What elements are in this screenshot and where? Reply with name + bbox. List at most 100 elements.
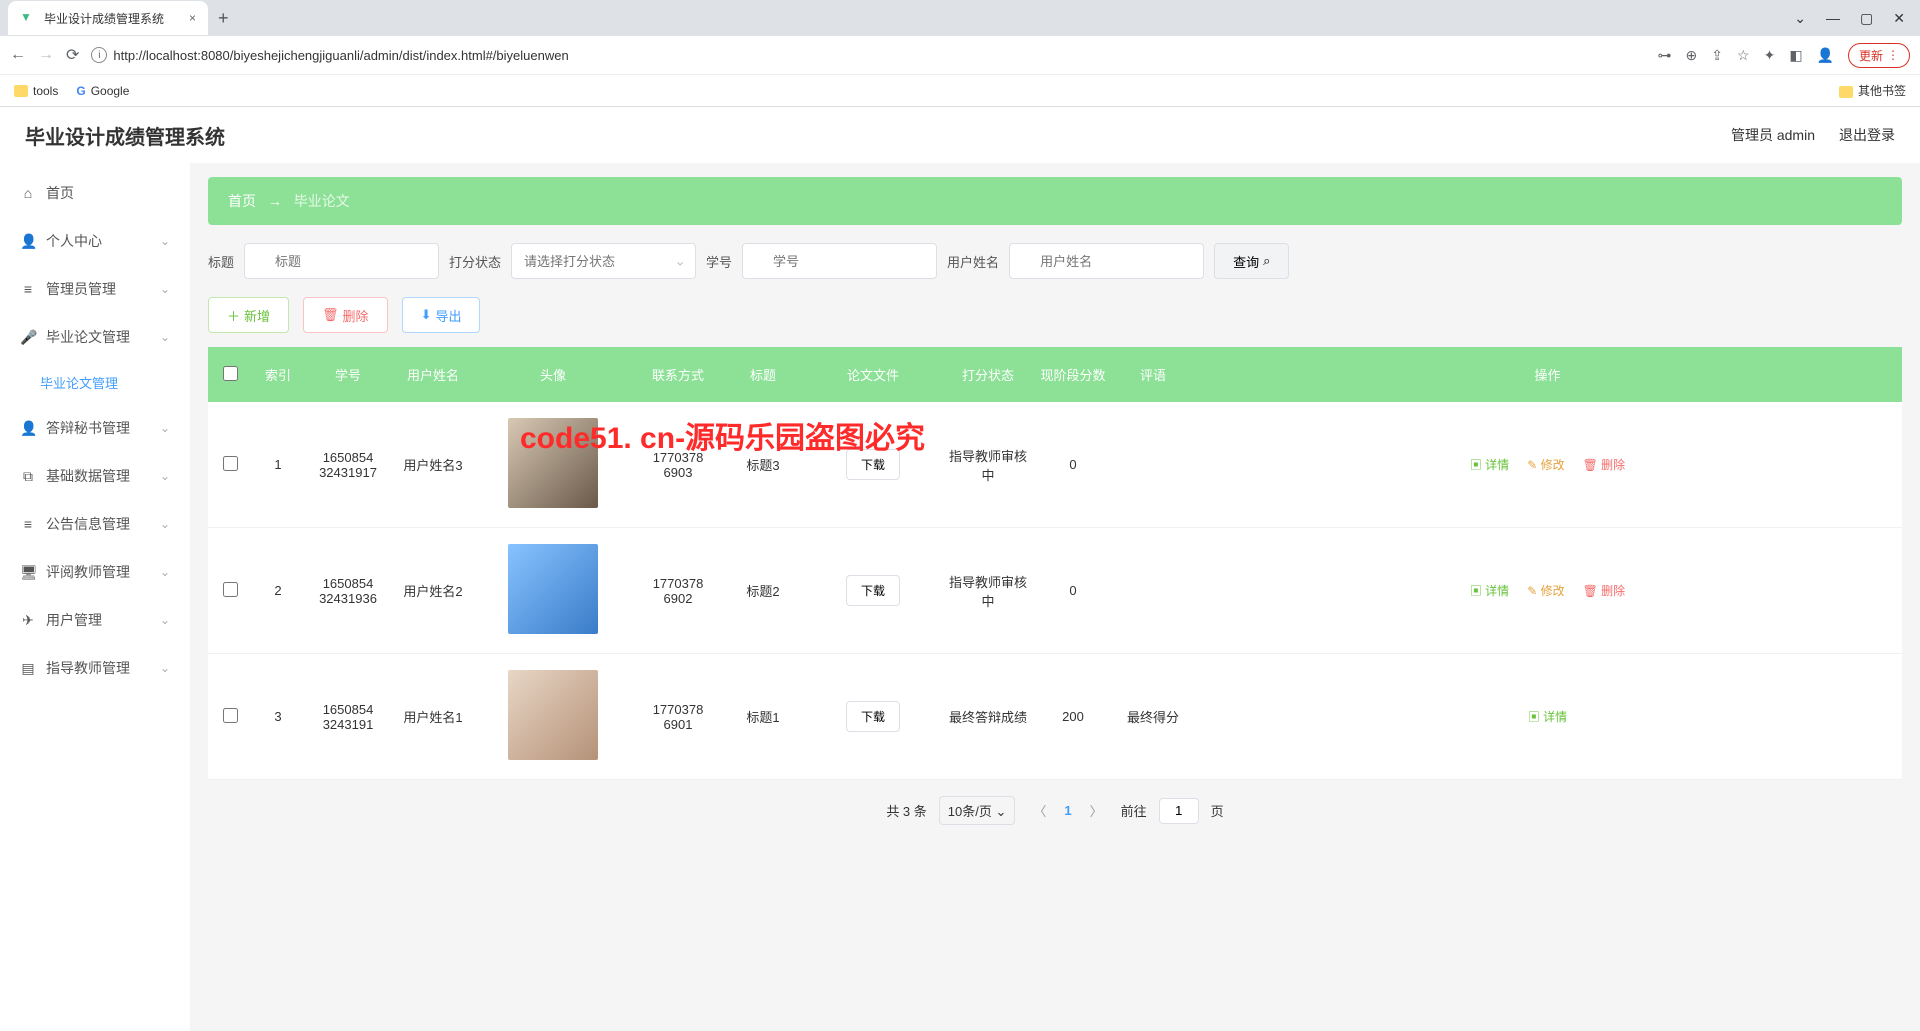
bookmark-other[interactable]: 其他书签 bbox=[1839, 82, 1906, 99]
search-icon: ⌕ bbox=[1263, 253, 1270, 269]
page-size-select[interactable]: 10条/页 ⌄ bbox=[939, 796, 1016, 825]
status-select[interactable] bbox=[511, 243, 696, 279]
col-status[interactable]: 打分状态 bbox=[943, 347, 1033, 402]
profile-icon[interactable]: 👤 bbox=[1817, 47, 1834, 64]
monitor-icon: 🖥 bbox=[20, 564, 36, 581]
key-icon[interactable]: ⊶ bbox=[1658, 47, 1672, 64]
row-checkbox[interactable] bbox=[223, 456, 238, 471]
download-button[interactable]: 下载 bbox=[846, 575, 900, 606]
sidebar-item-personal[interactable]: 👤个人中心⌄ bbox=[0, 217, 190, 265]
star-icon[interactable]: ☆ bbox=[1737, 47, 1750, 64]
share-icon[interactable]: ⇪ bbox=[1711, 47, 1723, 64]
col-title[interactable]: 标题 bbox=[723, 347, 803, 402]
download-button[interactable]: 下载 bbox=[846, 701, 900, 732]
sidebar-item-advisor[interactable]: ▤指导教师管理⌄ bbox=[0, 644, 190, 692]
cell-sid: 1650854 32431936 bbox=[303, 528, 393, 654]
sidebar-item-label: 毕业论文管理 bbox=[46, 327, 130, 347]
bookmark-google[interactable]: GGoogle bbox=[76, 84, 129, 98]
avatar bbox=[508, 670, 598, 760]
sidebar-item-thesis[interactable]: 🎤毕业论文管理⌄ bbox=[0, 313, 190, 361]
col-avatar[interactable]: 头像 bbox=[473, 347, 633, 402]
cell-sid: 1650854 3243191 bbox=[303, 654, 393, 780]
sidebar-item-label: 基础数据管理 bbox=[46, 466, 130, 486]
sidebar-item-home[interactable]: ⌂首页 bbox=[0, 169, 190, 217]
cell-comment bbox=[1113, 402, 1193, 528]
sidebar-item-admin[interactable]: ≡管理员管理⌄ bbox=[0, 265, 190, 313]
col-contact[interactable]: 联系方式 bbox=[633, 347, 723, 402]
reload-icon[interactable]: ⟳ bbox=[66, 45, 79, 65]
sidebar-item-reviewer[interactable]: 🖥 评阅教师管理 ⌄ bbox=[0, 548, 190, 596]
prev-page-icon[interactable]: 〈 bbox=[1027, 801, 1052, 820]
chevron-down-icon[interactable]: ⌄ bbox=[1794, 10, 1806, 27]
cell-status: 最终答辩成绩 bbox=[943, 654, 1033, 780]
close-window-icon[interactable]: ✕ bbox=[1893, 10, 1905, 27]
delete-link[interactable]: 🗑 删除 bbox=[1583, 584, 1626, 598]
col-sid[interactable]: 学号 bbox=[303, 347, 393, 402]
cell-ops: ▣ 详情 ✎ 修改 🗑 删除 bbox=[1193, 528, 1902, 654]
delete-link[interactable]: 🗑 删除 bbox=[1583, 458, 1626, 472]
extensions-icon[interactable]: ✦ bbox=[1764, 47, 1776, 64]
uname-input[interactable] bbox=[1009, 243, 1204, 279]
browser-tab[interactable]: ▼ 毕业设计成绩管理系统 × bbox=[8, 1, 208, 35]
cell-ops: ▣ 详情 bbox=[1193, 654, 1902, 780]
detail-link[interactable]: ▣ 详情 bbox=[1528, 710, 1567, 724]
page-unit: 页 bbox=[1211, 801, 1224, 820]
minimize-icon[interactable]: — bbox=[1826, 10, 1840, 27]
edit-link[interactable]: ✎ 修改 bbox=[1527, 584, 1564, 598]
back-icon[interactable]: ← bbox=[10, 46, 26, 64]
select-all-checkbox[interactable] bbox=[223, 366, 238, 381]
col-uname[interactable]: 用户姓名 bbox=[393, 347, 473, 402]
status-label: 打分状态 bbox=[449, 252, 501, 271]
url-input[interactable]: i http://localhost:8080/biyeshejichengji… bbox=[91, 47, 1645, 63]
maximize-icon[interactable]: ▢ bbox=[1860, 10, 1873, 27]
col-comment[interactable]: 评语 bbox=[1113, 347, 1193, 402]
update-button[interactable]: 更新⋮ bbox=[1848, 43, 1910, 68]
sidebar-subitem-thesis[interactable]: 毕业论文管理 bbox=[0, 361, 190, 404]
cell-status: 指导教师审核中 bbox=[943, 528, 1033, 654]
download-button[interactable]: 下载 bbox=[846, 449, 900, 480]
col-file[interactable]: 论文文件 bbox=[803, 347, 943, 402]
add-button[interactable]: ＋ 新增 bbox=[208, 297, 289, 333]
doc-icon: ▤ bbox=[20, 660, 36, 677]
app-title: 毕业设计成绩管理系统 bbox=[25, 121, 225, 150]
user-label[interactable]: 管理员 admin bbox=[1731, 125, 1815, 145]
home-icon: ⌂ bbox=[20, 185, 36, 201]
page-current[interactable]: 1 bbox=[1064, 803, 1071, 818]
bookmark-tools[interactable]: tools bbox=[14, 84, 58, 98]
sidebar-item-user[interactable]: ✈用户管理⌄ bbox=[0, 596, 190, 644]
title-input[interactable] bbox=[244, 243, 439, 279]
forward-icon[interactable]: → bbox=[38, 46, 54, 64]
cell-title: 标题3 bbox=[723, 402, 803, 528]
new-tab-button[interactable]: + bbox=[208, 8, 239, 29]
row-checkbox[interactable] bbox=[223, 582, 238, 597]
cell-score: 0 bbox=[1033, 528, 1113, 654]
col-score[interactable]: 现阶段分数 bbox=[1033, 347, 1113, 402]
row-checkbox[interactable] bbox=[223, 708, 238, 723]
export-button[interactable]: ⬇ 导出 bbox=[402, 297, 481, 333]
breadcrumb-home[interactable]: 首页 bbox=[228, 193, 256, 209]
logout-button[interactable]: 退出登录 bbox=[1839, 125, 1895, 145]
goto-input[interactable] bbox=[1159, 798, 1199, 824]
sid-input[interactable] bbox=[742, 243, 937, 279]
chevron-down-icon: ⌄ bbox=[160, 234, 170, 248]
zoom-icon[interactable]: ⊕ bbox=[1686, 47, 1698, 64]
sidebar: ⌂首页 👤个人中心⌄ ≡管理员管理⌄ 🎤毕业论文管理⌄ 毕业论文管理 👤答辩秘书… bbox=[0, 163, 190, 1031]
chevron-down-icon: ⌄ bbox=[160, 565, 170, 579]
query-button[interactable]: 查询 ⌕ bbox=[1214, 243, 1289, 279]
detail-link[interactable]: ▣ 详情 bbox=[1470, 584, 1509, 598]
sidebar-item-basedata[interactable]: ⧉基础数据管理⌄ bbox=[0, 452, 190, 500]
title-label: 标题 bbox=[208, 252, 234, 271]
sidebar-item-defense[interactable]: 👤答辩秘书管理⌄ bbox=[0, 404, 190, 452]
delete-button[interactable]: 🗑 删除 bbox=[303, 297, 388, 333]
sidebar-item-label: 评阅教师管理 bbox=[46, 562, 130, 582]
close-icon[interactable]: × bbox=[189, 11, 196, 25]
detail-link[interactable]: ▣ 详情 bbox=[1470, 458, 1509, 472]
sidebar-item-notice[interactable]: ≡公告信息管理⌄ bbox=[0, 500, 190, 548]
sidepanel-icon[interactable]: ◧ bbox=[1789, 47, 1802, 64]
vue-favicon-icon: ▼ bbox=[20, 10, 36, 26]
table-row: 2 1650854 32431936 用户姓名2 1770378 6902 标题… bbox=[208, 528, 1902, 654]
chevron-down-icon: ⌄ bbox=[160, 282, 170, 296]
next-page-icon[interactable]: 〉 bbox=[1084, 801, 1109, 820]
edit-link[interactable]: ✎ 修改 bbox=[1527, 458, 1564, 472]
site-info-icon[interactable]: i bbox=[91, 47, 107, 63]
